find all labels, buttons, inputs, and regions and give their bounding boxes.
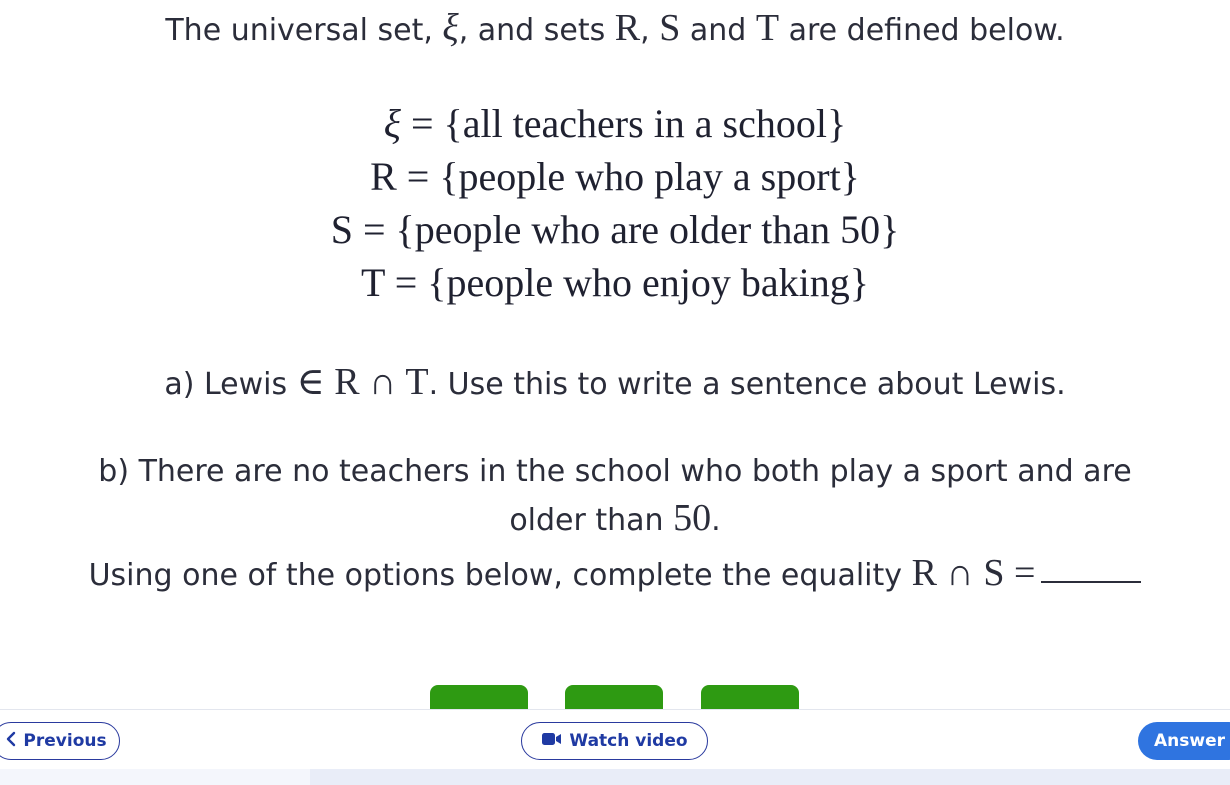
previous-button-label: Previous — [23, 731, 107, 751]
set-s-symbol: S — [659, 7, 681, 49]
question-a: a) Lewis ∈ R ∩ T. Use this to write a se… — [0, 360, 1230, 404]
set-symbol: ξ — [383, 101, 401, 146]
answer-button[interactable]: Answer — [1138, 722, 1230, 760]
question-b-line2-text: older than — [509, 503, 674, 538]
set-definition-text: = {people who play a sport} — [396, 154, 860, 199]
answer-blank — [1041, 581, 1142, 583]
answer-button-label: Answer — [1154, 731, 1225, 751]
video-camera-icon — [541, 731, 563, 751]
question-b-line3: Using one of the options below, complete… — [0, 551, 1230, 595]
set-t-symbol: T — [755, 7, 780, 49]
question-b-line1: b) There are no teachers in the school w… — [98, 454, 1132, 489]
watch-video-button[interactable]: Watch video — [521, 722, 708, 760]
set-definition-text: = {people who enjoy baking} — [384, 260, 869, 305]
question-a-prefix: a) Lewis — [164, 367, 297, 402]
set-definition-s: S = {people who are older than 50} — [0, 203, 1230, 256]
set-symbol: T — [361, 260, 385, 305]
bottom-navigation-bar: Previous Watch video Answer — [0, 709, 1230, 769]
set-r-symbol: R — [614, 7, 641, 49]
intro-comma: , — [640, 13, 660, 48]
question-page: The universal set, ξ, and sets R, S and … — [0, 0, 1230, 785]
answer-options — [0, 685, 1230, 709]
answer-option-1[interactable] — [430, 685, 528, 709]
question-b-line2-end: . — [711, 503, 721, 538]
watch-video-label: Watch video — [569, 731, 688, 751]
footer-strip — [0, 769, 1230, 785]
intro-text-end: are defined below. — [779, 13, 1065, 48]
intro-text-mid: , and sets — [458, 13, 615, 48]
question-b-line2: older than 50. — [0, 496, 1230, 540]
question-a-suffix: . Use this to write a sentence about Lew… — [428, 367, 1066, 402]
previous-button[interactable]: Previous — [0, 722, 120, 760]
set-symbol: S — [330, 207, 353, 252]
set-symbol: R — [370, 154, 397, 199]
answer-option-2[interactable] — [565, 685, 663, 709]
set-definition-t: T = {people who enjoy baking} — [0, 256, 1230, 309]
intro-text-start: The universal set, — [165, 13, 443, 48]
universal-set-symbol: ξ — [442, 7, 459, 49]
question-b-line2-math: 50 — [673, 497, 712, 539]
question-a-math: ∈ R ∩ T — [296, 361, 429, 403]
set-definitions: ξ = {all teachers in a school} R = {peop… — [0, 97, 1230, 309]
chevron-left-icon — [5, 731, 17, 752]
set-definition-text: = {all teachers in a school} — [400, 101, 847, 146]
set-definition-text: = {people who are older than 50} — [352, 207, 900, 252]
equality-math: R ∩ S = — [911, 552, 1036, 594]
question-b-line3-text: Using one of the options below, complete… — [88, 558, 912, 593]
intro-and: and — [680, 13, 756, 48]
set-definition-r: R = {people who play a sport} — [0, 150, 1230, 203]
set-definition-xi: ξ = {all teachers in a school} — [0, 97, 1230, 150]
footer-strip-highlight — [0, 769, 310, 785]
answer-option-3[interactable] — [701, 685, 799, 709]
intro-sentence: The universal set, ξ, and sets R, S and … — [0, 8, 1230, 48]
